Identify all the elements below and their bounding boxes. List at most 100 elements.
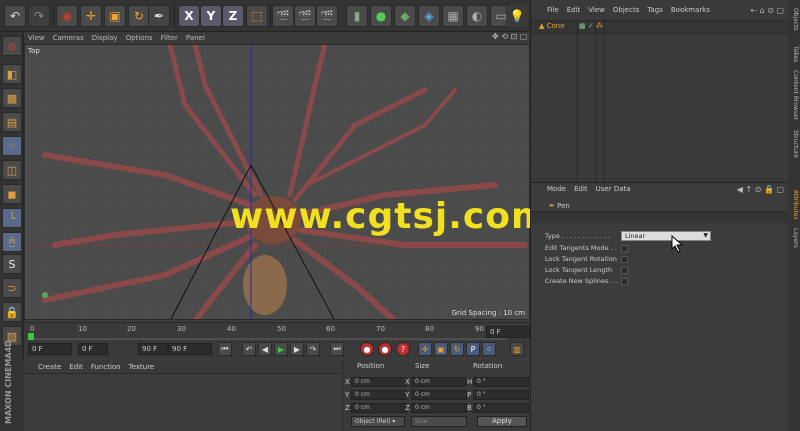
attr-menu-mode[interactable]: Mode: [547, 185, 566, 199]
next-frame-icon[interactable]: ▶: [290, 342, 304, 356]
record-position-icon[interactable]: ✛: [418, 342, 432, 356]
objects-menu-objects[interactable]: Objects: [613, 6, 639, 20]
create-new-splines-checkbox[interactable]: [621, 278, 628, 285]
render-view-icon[interactable]: 🎬: [272, 5, 294, 27]
magnet-icon[interactable]: ⊃: [2, 278, 22, 298]
timeline-window-icon[interactable]: ▥: [510, 342, 524, 356]
attr-menu-user-data[interactable]: User Data: [596, 185, 631, 199]
materials-menu-texture[interactable]: Texture: [129, 363, 155, 371]
edit-tangents-mode-checkbox[interactable]: [621, 245, 628, 252]
current-frame-field[interactable]: 0 F: [486, 326, 530, 338]
array-icon[interactable]: ◆: [394, 5, 416, 27]
move-icon[interactable]: ✛: [80, 5, 102, 27]
cube-object-icon[interactable]: ▮: [346, 5, 368, 27]
objects-menu-edit[interactable]: Edit: [567, 6, 581, 20]
viewport-nav-icons[interactable]: ✥ ⟲ ⊡ ▢: [492, 32, 527, 41]
edges-mode-icon[interactable]: ◫: [2, 160, 22, 180]
timeline-ruler[interactable]: 0 10 20 30 40 50 60 70 80 90 0 F: [24, 322, 530, 341]
light-icon[interactable]: 💡: [506, 5, 528, 27]
tab-attributes[interactable]: Attributes: [789, 190, 799, 220]
tab-layers[interactable]: Layers: [789, 228, 799, 248]
record-active-objects-icon[interactable]: ●: [360, 342, 374, 356]
position-z-field[interactable]: 0 cm: [351, 403, 407, 413]
object-visibility-flags[interactable]: ▦ ✓ ⁂: [579, 22, 603, 30]
materials-menu-edit[interactable]: Edit: [69, 363, 83, 371]
y-axis-lock-button[interactable]: Y: [200, 5, 222, 27]
axis-mode-icon[interactable]: └: [2, 208, 22, 228]
viewport-menu-options[interactable]: Options: [126, 34, 153, 42]
scene-icon[interactable]: ▦: [442, 5, 464, 27]
material-manager-area[interactable]: [24, 374, 340, 431]
size-mode-select[interactable]: Size: [411, 416, 467, 427]
x-axis-lock-button[interactable]: X: [178, 5, 200, 27]
objects-menu-view[interactable]: View: [588, 6, 605, 20]
rotation-b-field[interactable]: 0 °: [473, 403, 529, 413]
position-x-field[interactable]: 0 cm: [351, 377, 407, 387]
scale-icon[interactable]: ▣: [104, 5, 126, 27]
deformer-icon[interactable]: ◈: [418, 5, 440, 27]
viewport-menu-filter[interactable]: Filter: [161, 34, 178, 42]
previous-frame-icon[interactable]: ◀: [258, 342, 272, 356]
record-scale-icon[interactable]: ▣: [434, 342, 448, 356]
workplane-mode-icon[interactable]: ▤: [2, 112, 22, 132]
make-editable-icon[interactable]: ⊘: [2, 36, 22, 56]
objects-menu-bookmarks[interactable]: Bookmarks: [671, 6, 710, 20]
min-frame-field[interactable]: 0 F: [78, 343, 108, 355]
attribute-manager-nav-icons[interactable]: ◀ ↑ ⊙ 🔒 ▢: [737, 185, 784, 194]
rotate-icon[interactable]: ↻: [128, 5, 150, 27]
go-to-end-icon[interactable]: ⏭: [330, 342, 344, 356]
apply-button[interactable]: Apply: [477, 416, 527, 427]
objects-menu-tags[interactable]: Tags: [647, 6, 663, 20]
points-mode-icon[interactable]: ⁘: [2, 136, 22, 156]
materials-menu-function[interactable]: Function: [91, 363, 121, 371]
lock-tangent-length-checkbox[interactable]: [621, 267, 628, 274]
size-y-field[interactable]: 0 cm: [411, 390, 467, 400]
tab-objects[interactable]: Objects: [789, 8, 799, 31]
tweak-mode-icon[interactable]: 🖱: [2, 232, 22, 252]
viewport-top[interactable]: Top Grid Spacing : 10 cm: [24, 44, 530, 320]
lock-workplane-icon[interactable]: 🔒: [2, 302, 22, 322]
record-rotation-icon[interactable]: ↻: [450, 342, 464, 356]
play-icon[interactable]: ▶: [274, 342, 288, 356]
pen-tool-icon[interactable]: ✒: [148, 5, 170, 27]
lock-tangent-rotation-checkbox[interactable]: [621, 256, 628, 263]
objects-menu-file[interactable]: File: [547, 6, 559, 20]
tab-takes[interactable]: Takes: [789, 46, 799, 62]
viewport-menu-panel[interactable]: Panel: [186, 34, 205, 42]
object-manager-nav-icons[interactable]: ⇠ ⌂ ⊙ ▢: [750, 6, 784, 15]
live-selection-icon[interactable]: ◉: [56, 5, 78, 27]
autokeying-icon[interactable]: ●: [378, 342, 392, 356]
size-x-field[interactable]: 0 cm: [411, 377, 467, 387]
next-key-icon[interactable]: ↷: [306, 342, 320, 356]
viewport-menu-cameras[interactable]: Cameras: [53, 34, 84, 42]
z-axis-lock-button[interactable]: Z: [222, 5, 244, 27]
max-frame-field[interactable]: 90 F: [138, 343, 168, 355]
undo-icon[interactable]: ↶: [4, 5, 26, 27]
coordinate-system-icon[interactable]: ⬚: [246, 5, 268, 27]
tab-content-browser[interactable]: Content Browser: [789, 70, 799, 120]
texture-mode-icon[interactable]: ▩: [2, 88, 22, 108]
start-frame-field[interactable]: 0 F: [28, 343, 72, 355]
render-settings-icon[interactable]: 🎬: [316, 5, 338, 27]
type-select[interactable]: Linear ▼: [621, 231, 711, 241]
rotation-h-field[interactable]: 0 °: [473, 377, 529, 387]
coordinate-mode-select[interactable]: Object (Rel) ▾: [351, 416, 405, 427]
snap-icon[interactable]: S: [2, 254, 22, 274]
attr-menu-edit[interactable]: Edit: [574, 185, 588, 199]
size-z-field[interactable]: 0 cm: [411, 403, 467, 413]
record-parameter-icon[interactable]: P: [466, 342, 480, 356]
render-picture-viewer-icon[interactable]: 🎬: [294, 5, 316, 27]
nurbs-icon[interactable]: ●: [370, 5, 392, 27]
position-y-field[interactable]: 0 cm: [351, 390, 407, 400]
object-row-cone[interactable]: ▲ Cone: [539, 22, 565, 30]
redo-icon[interactable]: ↷: [28, 5, 50, 27]
camera-icon[interactable]: ◐: [466, 5, 488, 27]
keyframe-selection-icon[interactable]: ?: [396, 342, 410, 356]
polygons-mode-icon[interactable]: ◼: [2, 184, 22, 204]
previous-key-icon[interactable]: ↶: [242, 342, 256, 356]
model-mode-icon[interactable]: ◧: [2, 64, 22, 84]
viewport-menu-view[interactable]: View: [28, 34, 45, 42]
rotation-p-field[interactable]: 0 °: [473, 390, 529, 400]
materials-menu-create[interactable]: Create: [38, 363, 61, 371]
end-frame-field[interactable]: 90 F: [168, 343, 212, 355]
